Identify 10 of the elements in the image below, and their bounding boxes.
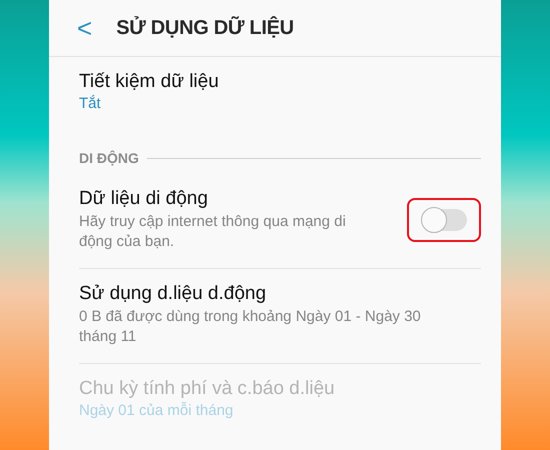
- setting-value: Tắt: [79, 95, 102, 112]
- screen-title: SỬ DỤNG DỮ LIỆU: [116, 16, 294, 40]
- setting-description: 0 B đã được dùng trong khoảng Ngày 01 - Ngày 30 tháng 11: [79, 307, 422, 347]
- setting-description: Hãy truy cập internet thông qua mạng di động của bạn.: [79, 212, 347, 252]
- setting-title[interactable]: Sử dụng d.liệu d.động: [79, 283, 481, 305]
- setting-title[interactable]: Dữ liệu di động: [79, 188, 407, 210]
- setting-value: Ngày 01 của mỗi tháng: [79, 402, 234, 419]
- setting-title[interactable]: Tiết kiệm dữ liệu: [79, 71, 481, 93]
- section-heading: DI ĐỘNG: [79, 150, 139, 166]
- toggle-switch[interactable]: [421, 209, 467, 231]
